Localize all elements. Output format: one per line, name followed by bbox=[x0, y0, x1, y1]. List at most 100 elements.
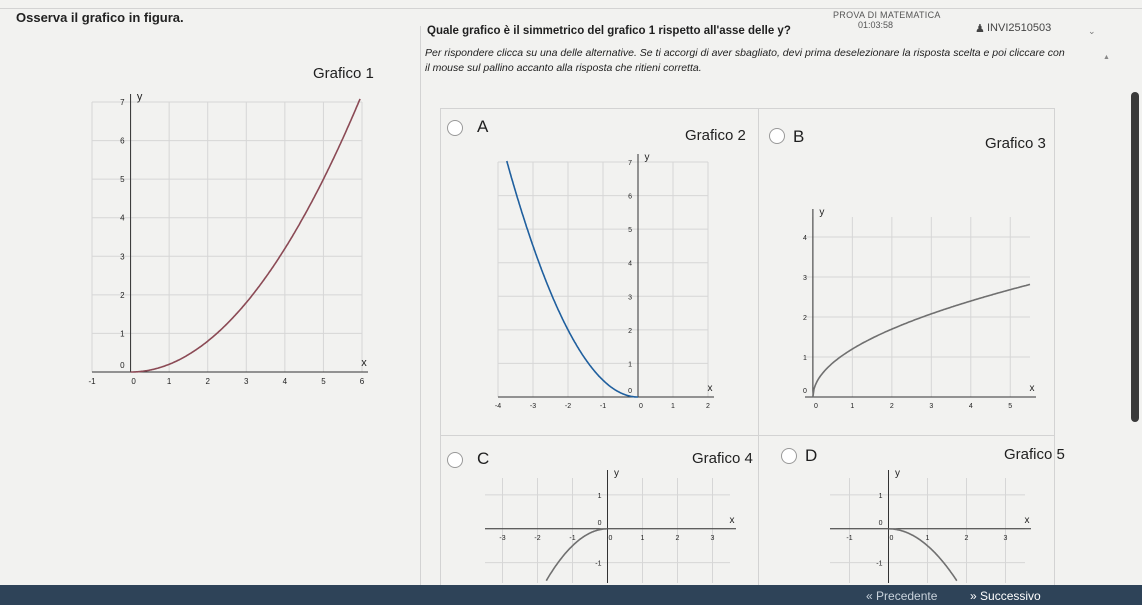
curve bbox=[545, 528, 608, 582]
x-axis-label: x bbox=[730, 515, 735, 526]
x-tick-label: 0 bbox=[890, 535, 894, 542]
y-tick-label: 6 bbox=[120, 137, 125, 146]
x-tick-label: -1 bbox=[846, 535, 852, 542]
options-row-divider bbox=[440, 435, 1055, 436]
curve bbox=[130, 98, 361, 373]
prev-button[interactable]: « Precedente bbox=[866, 589, 937, 603]
graph5-plot: x y -1 0 1 2 3 1 0 -1 bbox=[830, 468, 1031, 583]
graph3-title: Grafico 3 bbox=[985, 135, 1046, 152]
x-tick-label: -1 bbox=[600, 403, 606, 410]
x-tick-label: 2 bbox=[965, 535, 969, 542]
options-right-border bbox=[1054, 108, 1055, 586]
question-text: Quale grafico è il simmetrico del grafic… bbox=[427, 25, 791, 37]
y-tick-label: 4 bbox=[628, 261, 632, 268]
option-c-radio[interactable] bbox=[447, 452, 463, 468]
y-tick-label: 1 bbox=[803, 355, 807, 362]
next-label: Successivo bbox=[980, 589, 1041, 603]
x-tick-label: 3 bbox=[929, 403, 933, 410]
y-axis-label: y bbox=[819, 207, 824, 218]
curve bbox=[888, 528, 958, 582]
x-tick-label: 0 bbox=[639, 403, 643, 410]
x-tick-label: -1 bbox=[88, 377, 96, 386]
curve bbox=[812, 283, 1031, 398]
chevron-down-icon[interactable]: ⌄ bbox=[1088, 26, 1096, 37]
curve bbox=[506, 160, 638, 398]
option-b-letter: B bbox=[793, 127, 805, 146]
x-tick-label: 3 bbox=[1004, 535, 1008, 542]
scrollbar[interactable] bbox=[1131, 92, 1139, 422]
graph3-plot: x y 0 1 2 3 4 5 0 1 2 3 4 bbox=[803, 207, 1036, 410]
y-tick-label: 3 bbox=[120, 252, 125, 261]
options-middle-divider bbox=[758, 108, 759, 586]
double-right-arrow-icon: » bbox=[970, 589, 981, 603]
x-tick-label: 3 bbox=[244, 377, 249, 386]
options-top-border bbox=[440, 108, 1055, 109]
y-axis-label: y bbox=[137, 91, 143, 103]
option-d-radio[interactable] bbox=[781, 448, 797, 464]
y-tick-label: 1 bbox=[120, 329, 125, 338]
y-tick-label: 7 bbox=[120, 98, 125, 107]
instruction-text: Osserva il grafico in figura. bbox=[16, 10, 184, 25]
x-tick-label: 1 bbox=[167, 377, 172, 386]
y-tick-label: 4 bbox=[803, 235, 807, 242]
x-tick-label: 4 bbox=[969, 403, 973, 410]
x-tick-label: 1 bbox=[926, 535, 930, 542]
hint-text: Per rispondere clicca su una delle alter… bbox=[425, 47, 1065, 74]
x-axis-label: x bbox=[1030, 383, 1035, 394]
y-tick-label: -1 bbox=[595, 561, 601, 568]
user-icon: ♟ bbox=[975, 23, 985, 35]
exam-title: PROVA DI MATEMATICA bbox=[833, 10, 941, 20]
next-button[interactable]: » Successivo bbox=[970, 589, 1041, 603]
x-tick-label: -3 bbox=[499, 535, 505, 542]
option-b-radio[interactable] bbox=[769, 128, 785, 144]
x-tick-label: 5 bbox=[1008, 403, 1012, 410]
x-tick-label: 4 bbox=[283, 377, 288, 386]
x-axis-label: x bbox=[708, 383, 713, 394]
prev-label: Precedente bbox=[876, 589, 938, 603]
y-tick-label: 2 bbox=[628, 328, 632, 335]
option-a-radio[interactable] bbox=[447, 120, 463, 136]
x-tick-label: 1 bbox=[850, 403, 854, 410]
x-tick-label: -2 bbox=[565, 403, 571, 410]
x-tick-label: 2 bbox=[890, 403, 894, 410]
y-tick-label: 1 bbox=[628, 361, 632, 368]
options-left-border bbox=[440, 108, 441, 586]
x-tick-label: 1 bbox=[641, 535, 645, 542]
x-tick-label: 5 bbox=[321, 377, 326, 386]
y-tick-label: 6 bbox=[628, 194, 632, 201]
y-tick-label: 0 bbox=[120, 361, 125, 370]
x-tick-label: 0 bbox=[609, 535, 613, 542]
x-axis-label: x bbox=[1025, 515, 1030, 526]
x-tick-label: -1 bbox=[569, 535, 575, 542]
y-tick-label: 5 bbox=[120, 175, 125, 184]
y-tick-label: 0 bbox=[879, 520, 883, 527]
y-tick-label: 1 bbox=[598, 493, 602, 500]
x-tick-label: 3 bbox=[711, 535, 715, 542]
x-tick-label: 0 bbox=[131, 377, 136, 386]
option-a-letter: A bbox=[477, 117, 489, 136]
graph2-plot: x y -4 -3 -2 -1 0 1 2 0 1 2 3 4 5 6 7 bbox=[495, 152, 714, 410]
top-divider bbox=[0, 8, 1142, 9]
y-tick-label: 4 bbox=[120, 214, 125, 223]
y-tick-label: 2 bbox=[120, 291, 125, 300]
double-left-arrow-icon: « bbox=[866, 589, 877, 603]
x-tick-label: 1 bbox=[671, 403, 675, 410]
x-tick-label: 6 bbox=[360, 377, 365, 386]
y-tick-label: 1 bbox=[879, 493, 883, 500]
x-axis-label: x bbox=[361, 357, 367, 369]
x-tick-label: 2 bbox=[676, 535, 680, 542]
timer: 01:03:58 bbox=[858, 20, 894, 30]
y-axis-label: y bbox=[614, 468, 619, 479]
y-tick-label: 3 bbox=[628, 294, 632, 301]
user-id[interactable]: INVI2510503 bbox=[987, 22, 1051, 34]
x-tick-label: 2 bbox=[205, 377, 210, 386]
graph4-plot: x y -3 -2 -1 0 1 2 3 1 0 -1 bbox=[485, 468, 736, 583]
y-tick-label: 0 bbox=[628, 388, 632, 395]
y-tick-label: 5 bbox=[628, 227, 632, 234]
scroll-up-icon[interactable]: ▲ bbox=[1103, 54, 1110, 61]
x-tick-label: -2 bbox=[534, 535, 540, 542]
y-tick-label: 3 bbox=[803, 275, 807, 282]
y-tick-label: 7 bbox=[628, 160, 632, 167]
y-axis-label: y bbox=[645, 152, 650, 163]
y-tick-label: 2 bbox=[803, 315, 807, 322]
